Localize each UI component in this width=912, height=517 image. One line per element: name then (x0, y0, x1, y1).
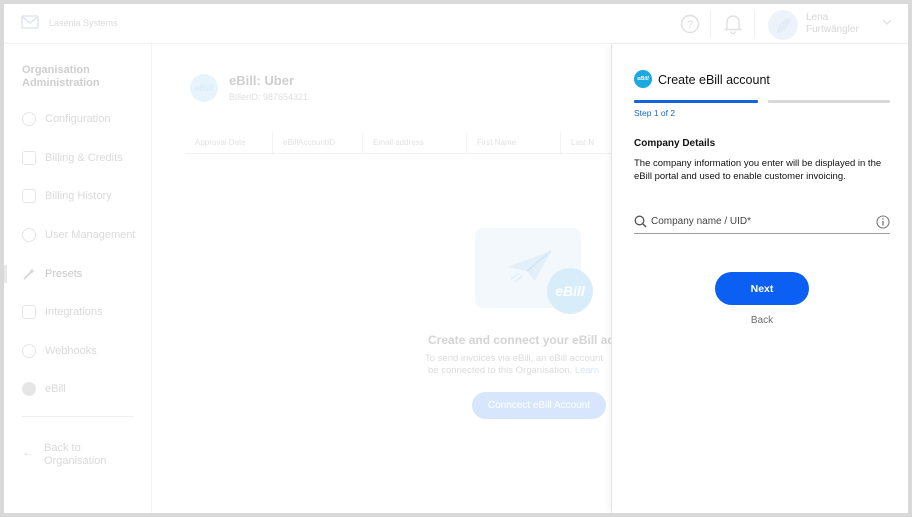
sidebar-item-label: Presets (45, 268, 83, 280)
sidebar-item-webhooks[interactable]: Webhooks (22, 341, 97, 361)
company-name-input[interactable] (651, 213, 871, 230)
app-window: Lasenia Systems ? Lena Furtwängler Organ… (4, 4, 908, 513)
section-description: The company information you enter will b… (634, 158, 882, 182)
progress-step-1 (634, 100, 758, 103)
empty-text-line-2: be connected to this Organisation. Learn (425, 365, 603, 377)
biller-id: BillerID: 987654321 (229, 92, 309, 102)
column-header[interactable]: eBillAccountID (273, 132, 363, 153)
info-icon[interactable] (876, 215, 890, 229)
users-icon (22, 228, 36, 242)
sidebar-item-label: Integrations (45, 306, 103, 318)
user-name[interactable]: Lena Furtwängler (806, 12, 876, 36)
back-label: Back to Organisation (44, 442, 107, 467)
sidebar-item-presets[interactable]: Presets (22, 264, 82, 284)
wallet-icon (22, 151, 36, 165)
history-icon (22, 189, 36, 203)
column-header[interactable]: Approval Date (185, 132, 273, 153)
company-name: Lasenia Systems (49, 18, 118, 28)
sidebar-item-user-management[interactable]: User Management (22, 225, 136, 245)
drawer-title: Create eBill account (658, 73, 770, 87)
back-to-organisation-link[interactable]: ← Back to Organisation (22, 442, 124, 468)
progress-step-2 (768, 100, 890, 103)
arrow-left-icon: ← (22, 445, 34, 459)
top-bar: Lasenia Systems ? Lena Furtwängler (4, 4, 908, 44)
webhook-icon (22, 344, 36, 358)
ebill-logo: eBill (634, 70, 652, 88)
avatar[interactable] (768, 10, 798, 40)
sidebar-item-label: Configuration (45, 113, 111, 125)
sidebar-item-label: Webhooks (45, 345, 97, 357)
sidebar-item-configuration[interactable]: Configuration (22, 109, 110, 129)
table-header: Approval Date eBillAccountID Email addre… (185, 132, 645, 154)
active-indicator (4, 265, 7, 283)
integrations-icon (22, 305, 36, 319)
bell-icon[interactable] (724, 14, 742, 34)
empty-state-title: Create and connect your eBill acco (428, 333, 629, 347)
column-header[interactable]: Last N (561, 132, 604, 153)
leaf-icon (777, 18, 790, 33)
topbar-divider (754, 10, 755, 38)
sidebar-item-label: Billing History (45, 190, 112, 202)
column-header[interactable]: Email address (363, 132, 467, 153)
chevron-down-icon[interactable] (882, 19, 892, 25)
sidebar-item-billing-credits[interactable]: Billing & Credits (22, 148, 123, 168)
gear-icon (22, 112, 36, 126)
sidebar-title: Organisation Administration (22, 64, 100, 89)
sidebar-divider (22, 416, 134, 417)
next-button[interactable]: Next (715, 272, 809, 305)
mail-logo-icon (21, 15, 39, 29)
topbar-divider (710, 10, 711, 38)
connect-ebill-account-button[interactable]: Conncect eBill Account (472, 392, 606, 419)
empty-text-line: be connected to this Organisation. (428, 365, 573, 376)
sidebar-item-label: User Management (45, 229, 136, 241)
section-title: Company Details (634, 138, 716, 149)
sidebar: Organisation Administration Configuratio… (4, 44, 152, 513)
main-content: eBill eBill: Uber BillerID: 987654321 Ap… (153, 44, 645, 513)
sidebar-item-billing-history[interactable]: Billing History (22, 186, 112, 206)
sidebar-item-label: Billing & Credits (45, 152, 123, 164)
help-icon[interactable]: ? (680, 14, 700, 34)
sidebar-item-integrations[interactable]: Integrations (22, 302, 102, 322)
paper-plane-icon (507, 250, 552, 283)
sidebar-item-ebill[interactable]: eBill (22, 379, 66, 399)
empty-state-text: To send invoices via eBill, an eBill acc… (425, 353, 603, 377)
svg-text:?: ? (687, 19, 693, 31)
create-ebill-drawer: eBill Create eBill account Step 1 of 2 C… (611, 44, 908, 513)
back-button[interactable]: Back (740, 315, 784, 326)
company-field (634, 210, 890, 234)
search-icon (634, 215, 647, 228)
wand-icon (22, 267, 36, 281)
column-header[interactable]: First Name (467, 132, 561, 153)
ebill-logo: eBill (190, 74, 218, 102)
ebill-badge: eBill (547, 268, 593, 314)
learn-more-link[interactable]: Learn (575, 365, 599, 376)
ebill-icon (22, 382, 36, 396)
empty-text-line: To send invoices via eBill, an eBill acc… (425, 353, 603, 364)
page-title: eBill: Uber (229, 73, 295, 88)
sidebar-item-label: eBill (45, 383, 66, 395)
step-indicator: Step 1 of 2 (634, 108, 676, 118)
